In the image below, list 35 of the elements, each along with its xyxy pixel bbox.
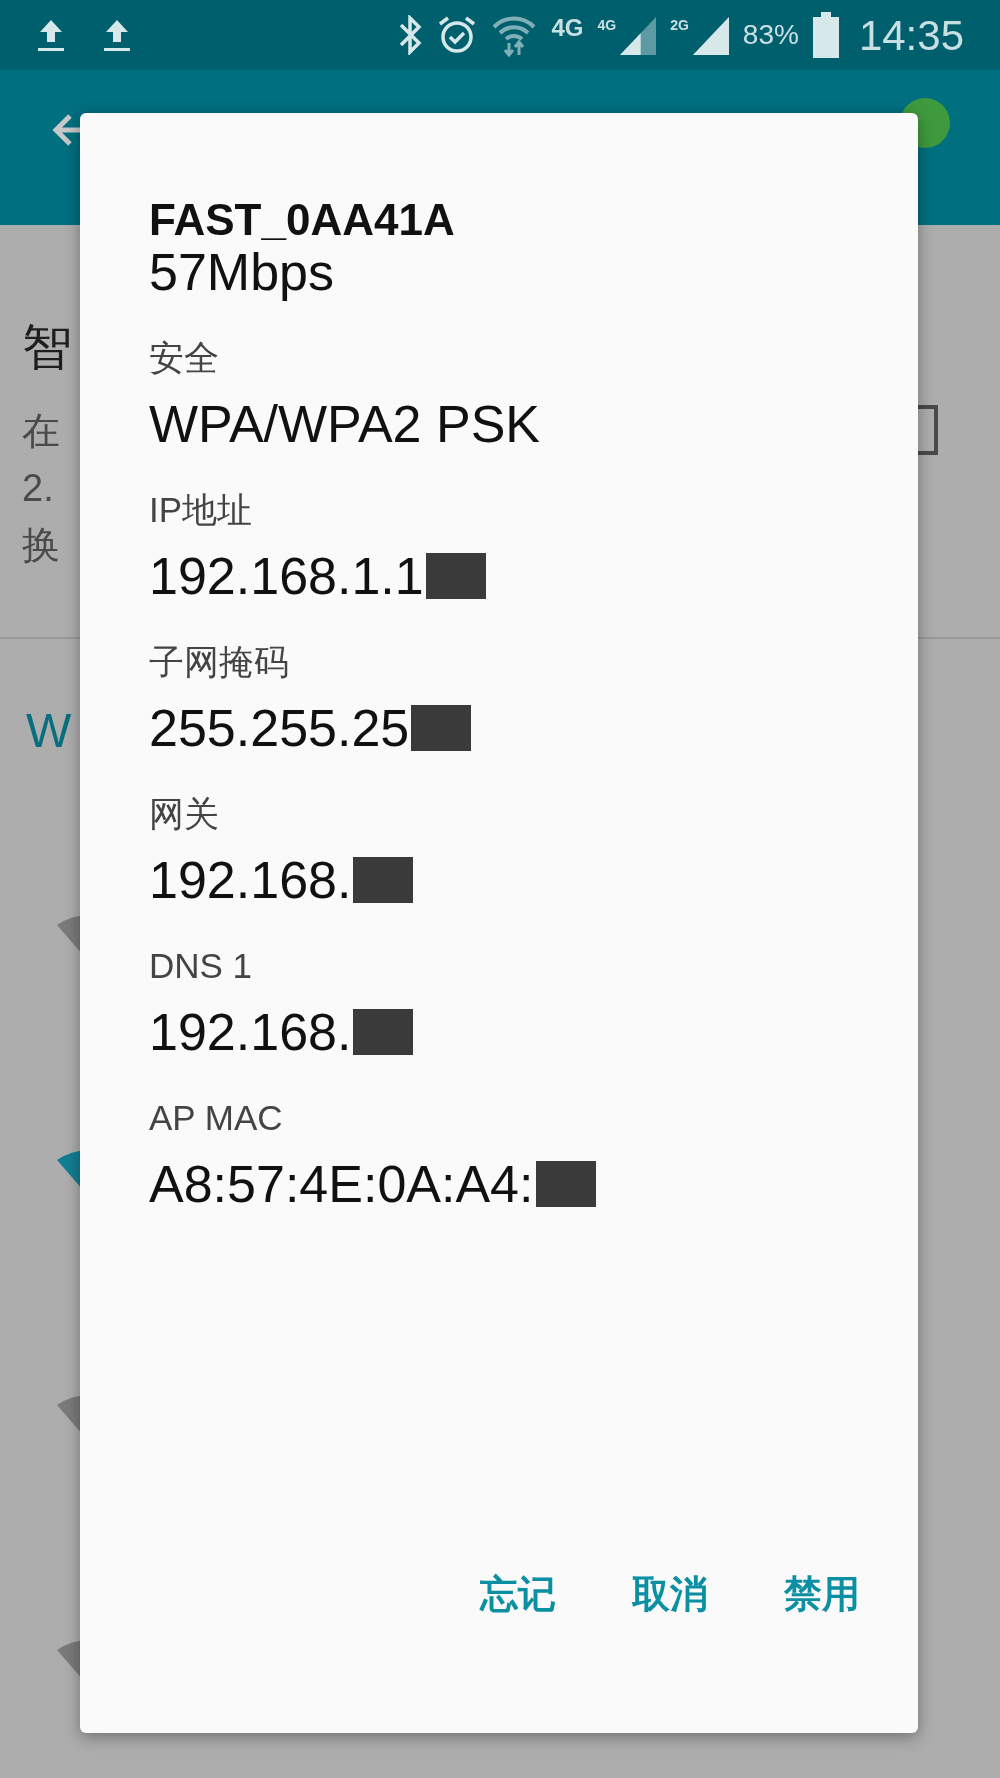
link-speed: 57Mbps <box>149 242 335 302</box>
field-value: WPA/WPA2 PSK <box>149 394 541 454</box>
network-type-label: 4G <box>551 12 584 43</box>
field-label: 安全 <box>149 337 219 379</box>
field-label: IP地址 <box>149 489 253 531</box>
description-text: 2. <box>22 466 54 511</box>
field-label: DNS 1 <box>149 945 253 987</box>
field-value: 192.168. <box>149 1002 352 1062</box>
field-label: 网关 <box>149 793 219 835</box>
field-label: 子网掩码 <box>149 641 289 683</box>
clock-time: 14:35 <box>858 10 964 61</box>
alarm-clock-icon <box>437 15 478 55</box>
sim-label: 4G <box>597 16 617 35</box>
field-value: A8:57:4E:0A:A4: <box>149 1154 534 1214</box>
description-text: 换 <box>22 523 60 568</box>
signal-icon <box>618 15 657 55</box>
upload-icon <box>102 18 132 52</box>
dialog-button[interactable]: 取消 <box>624 1560 716 1629</box>
dialog-button[interactable]: 禁用 <box>776 1560 868 1629</box>
field-label: AP MAC <box>149 1097 283 1139</box>
battery-icon <box>812 12 839 58</box>
field-value: 192.168.1.1 <box>149 546 424 606</box>
battery-percent: 83% <box>742 18 799 52</box>
section-title: 智 <box>22 318 72 377</box>
bluetooth-icon <box>397 15 424 55</box>
upload-icon <box>36 18 66 52</box>
sim-label: 2G <box>670 16 689 35</box>
description-text: 在 <box>22 409 60 454</box>
dialog-button[interactable]: 忘记 <box>472 1560 564 1629</box>
network-name: FAST_0AA41A <box>149 198 456 242</box>
list-header: W <box>26 703 72 759</box>
field-value: 192.168. <box>149 850 352 910</box>
field-value: 255.255.25 <box>149 698 410 758</box>
signal-icon <box>690 15 729 55</box>
checkbox[interactable] <box>918 405 940 455</box>
